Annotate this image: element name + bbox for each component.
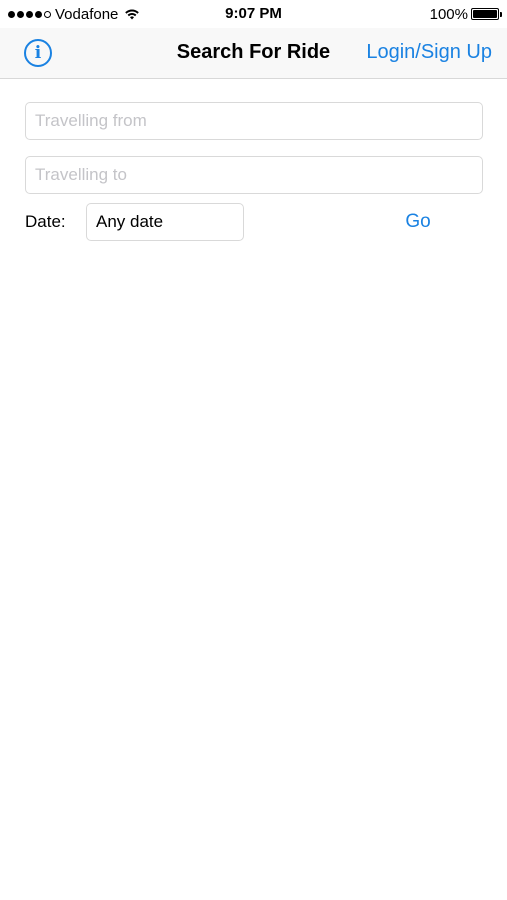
info-icon: i — [34, 42, 42, 63]
login-signup-button[interactable]: Login/Sign Up — [366, 41, 492, 64]
info-button[interactable]: i — [24, 39, 52, 67]
date-input[interactable] — [86, 203, 244, 241]
battery-percentage: 100% — [429, 5, 468, 23]
status-right: 100% — [429, 5, 502, 23]
travelling-to-input[interactable] — [25, 156, 483, 194]
navigation-bar: i Search For Ride Login/Sign Up — [0, 28, 507, 79]
search-for-ride-screen: Vodafone 9:07 PM 100% i Search For Ride … — [0, 0, 507, 900]
battery-cap — [500, 12, 502, 17]
travelling-from-input[interactable] — [25, 102, 483, 140]
go-button[interactable]: Go — [388, 211, 448, 233]
battery-icon — [471, 8, 502, 20]
date-label: Date: — [25, 212, 66, 231]
status-bar: Vodafone 9:07 PM 100% — [0, 0, 507, 28]
battery-fill — [473, 10, 497, 18]
